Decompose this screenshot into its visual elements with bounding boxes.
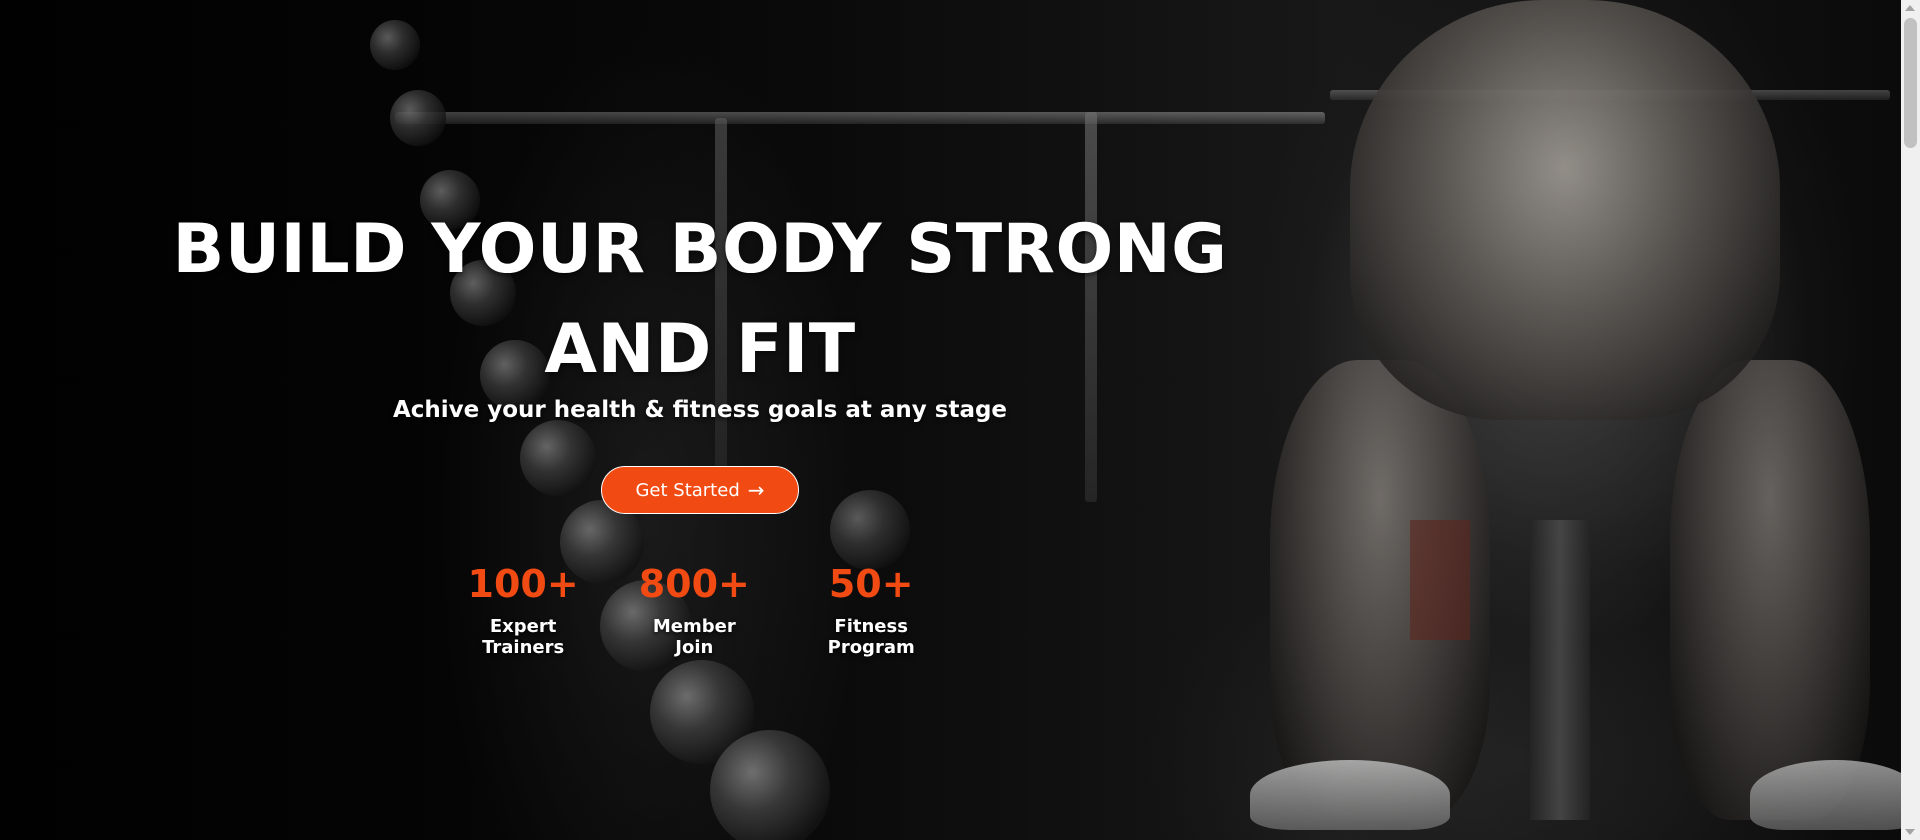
stat-value: 800+ [638,562,750,606]
get-started-label: Get Started [635,479,740,501]
scroll-down-icon[interactable] [1905,829,1915,835]
scroll-up-icon[interactable] [1905,5,1915,11]
hero-subtitle: Achive your health & fitness goals at an… [392,397,1008,423]
hero-content: BUILD YOUR BODY STRONG AND FIT Achive yo… [150,0,1250,840]
stat-member-join: 800+ Member Join [634,560,754,658]
stat-expert-trainers: 100+ Expert Trainers [450,560,596,658]
stat-fitness-program: 50+ Fitness Program [792,560,950,658]
stats-row: 100+ Expert Trainers 800+ Member Join 50… [450,560,950,658]
hero-headline: BUILD YOUR BODY STRONG AND FIT [150,200,1250,400]
page-scrollbar[interactable] [1901,0,1920,840]
stat-label: Member Join [652,616,736,658]
stat-value: 100+ [467,562,579,606]
stat-label: Expert Trainers [482,616,565,658]
headline-line-1: BUILD YOUR BODY STRONG [172,210,1228,289]
headline-line-2: AND FIT [544,310,856,389]
hero-section: BUILD YOUR BODY STRONG AND FIT Achive yo… [0,0,1920,840]
arrow-right-icon: → [747,478,765,502]
stat-label: Fitness Program [827,616,915,658]
scrollbar-thumb[interactable] [1904,18,1917,148]
get-started-button[interactable]: Get Started → [601,466,799,514]
stat-value: 50+ [828,562,914,606]
